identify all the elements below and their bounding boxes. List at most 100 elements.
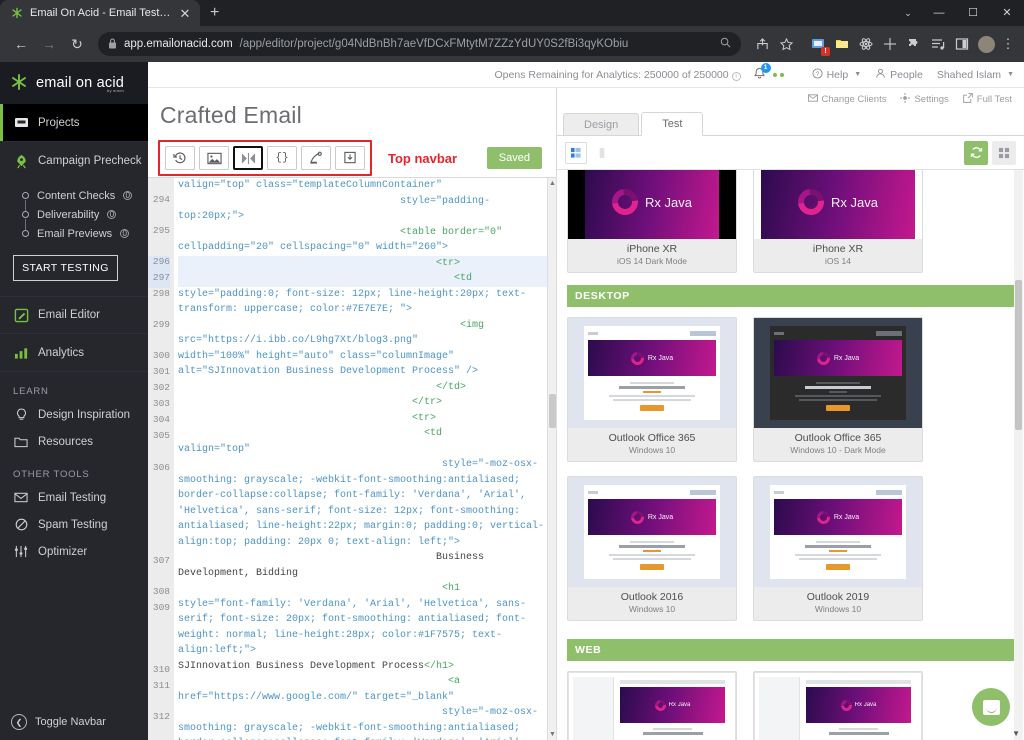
preview-card[interactable]: Rx Java Outlook Office 365 Windows 10: [567, 317, 737, 462]
preview-card[interactable]: Rx Java Outlook 2019 Windows 10: [753, 476, 923, 621]
export-icon[interactable]: [335, 146, 365, 170]
minify-icon[interactable]: [233, 146, 263, 170]
start-testing-button[interactable]: START TESTING: [13, 255, 118, 281]
sidebar-subitem-deliverability[interactable]: Deliverability 0: [22, 205, 148, 231]
preview-card[interactable]: Rx Java iPhone XR iOS 14: [753, 170, 923, 273]
list-view-icon[interactable]: [565, 141, 587, 164]
profile-avatar[interactable]: [976, 34, 996, 54]
code-area[interactable]: 294 295 296 297 298 299 300 301 302 303 304 305 306 3…: [148, 177, 556, 740]
preview-row-desktop-1: Rx Java Outlook Office 365 Windows 10 Rx…: [567, 317, 1014, 462]
settings-button[interactable]: Settings: [900, 92, 949, 106]
scroll-up-arrow[interactable]: ▲: [549, 180, 556, 187]
change-clients-button[interactable]: Change Clients: [807, 94, 886, 105]
person-icon: [875, 68, 886, 82]
line-number: 302: [152, 382, 170, 393]
tab-test[interactable]: Test: [641, 112, 704, 136]
preview-scroll-thumb[interactable]: [1015, 280, 1022, 430]
extension-warning-icon[interactable]: !: [808, 34, 830, 56]
sidebar-subitem-content-checks[interactable]: Content Checks 0: [22, 186, 148, 212]
preview-card[interactable]: Rx Java: [753, 671, 923, 740]
sidebar-item-spam-testing[interactable]: Spam Testing: [0, 511, 148, 538]
star-icon[interactable]: [776, 34, 796, 54]
user-menu[interactable]: Shahed Islam ▼: [937, 69, 1014, 81]
scroll-down-arrow[interactable]: ▼: [549, 731, 556, 738]
playlist-icon[interactable]: [928, 34, 948, 54]
tab-title: Email On Acid - Email Testing: [30, 7, 171, 19]
refresh-icon[interactable]: [964, 140, 988, 165]
brand-sub: by sinch: [106, 88, 125, 93]
sidebar-item-email-testing[interactable]: Email Testing: [0, 484, 148, 511]
brand-header[interactable]: email on acid by sinch: [0, 62, 148, 104]
code-line: Business Development, Bidding: [178, 550, 556, 581]
kebab-menu-icon[interactable]: ⋮: [1000, 36, 1016, 52]
count-badge: 0: [123, 191, 133, 200]
sidebar-subitem-email-previews[interactable]: Email Previews 0: [22, 224, 148, 243]
preview-card[interactable]: Rx Java Outlook Office 365 Windows 10 - …: [753, 317, 923, 462]
browser-tab[interactable]: Email On Acid - Email Testing ✕: [0, 0, 200, 26]
new-tab-button[interactable]: +: [210, 4, 219, 22]
forward-icon[interactable]: →: [36, 31, 62, 57]
code-braces-icon[interactable]: {}: [267, 146, 297, 170]
rxjava-logo-icon: [792, 183, 830, 221]
share-icon[interactable]: [752, 34, 772, 54]
browser-omnibar: ← → ↻ app.emailonacid.com/app/editor/pro…: [0, 26, 1024, 62]
history-icon[interactable]: [165, 146, 195, 170]
sidebar-item-design-inspiration[interactable]: Design Inspiration: [0, 401, 148, 428]
close-icon[interactable]: ✕: [178, 7, 192, 20]
info-icon[interactable]: i: [731, 71, 741, 81]
gear-icon: [900, 92, 911, 106]
svg-text:?: ?: [815, 70, 819, 77]
puzzle-icon[interactable]: [904, 34, 924, 54]
help-menu[interactable]: ? Help ▼: [812, 67, 861, 82]
chat-bubble-icon[interactable]: [972, 688, 1010, 726]
address-bar[interactable]: app.emailonacid.com/app/editor/project/g…: [98, 32, 741, 56]
preview-card[interactable]: Rx Java Outlook 2016 Windows 10: [567, 476, 737, 621]
sidebar-icon[interactable]: [952, 34, 972, 54]
image-icon[interactable]: [199, 146, 229, 170]
tab-strip: Email On Acid - Email Testing ✕ + ⌄ — ☐ …: [0, 0, 1024, 26]
preview-card[interactable]: Rx Java: [567, 671, 737, 740]
react-icon[interactable]: [856, 34, 876, 54]
sidebar-item-projects[interactable]: Projects: [0, 104, 148, 142]
sidebar-item-email-editor[interactable]: Email Editor: [0, 296, 148, 334]
preview-thumbnail: Rx Java: [568, 672, 736, 740]
full-test-label: Full Test: [976, 93, 1012, 105]
folder-icon[interactable]: [832, 34, 852, 54]
lightbulb-icon: [13, 407, 29, 422]
chevron-down-icon: ▼: [1007, 71, 1014, 78]
grid-view-icon[interactable]: [591, 141, 613, 164]
full-test-button[interactable]: Full Test: [962, 92, 1012, 106]
preview-thumbnail: Rx Java: [568, 477, 736, 587]
preview-scrollbar[interactable]: [1014, 170, 1023, 740]
reload-icon[interactable]: ↻: [64, 31, 90, 57]
close-window-button[interactable]: ✕: [990, 0, 1024, 26]
maximize-button[interactable]: ☐: [956, 0, 990, 26]
chevron-down-icon[interactable]: ⌄: [894, 0, 922, 26]
notifications-bell-icon[interactable]: 1: [753, 62, 771, 83]
grid-icon[interactable]: [992, 140, 1016, 165]
code-content[interactable]: valign="top" class="templateColumnContai…: [174, 178, 556, 740]
preview-list[interactable]: Rx Java iPhone XR iOS 14 Dark Mode Rx Ja…: [557, 170, 1024, 740]
code-scroll-thumb[interactable]: [549, 394, 556, 428]
back-icon[interactable]: ←: [8, 31, 34, 57]
search-minus-icon[interactable]: [720, 37, 731, 51]
people-menu[interactable]: People: [875, 68, 923, 82]
saved-button[interactable]: Saved: [486, 147, 542, 169]
merge-tags-icon[interactable]: [301, 146, 331, 170]
minimize-button[interactable]: —: [922, 0, 956, 26]
sidebar-item-analytics[interactable]: Analytics: [0, 334, 148, 372]
browser-extensions: ! ⋮: [749, 34, 1016, 56]
code-token: <td: [424, 428, 443, 439]
move-icon[interactable]: [880, 34, 900, 54]
sidebar-item-resources[interactable]: Resources: [0, 428, 148, 455]
tab-design[interactable]: Design: [563, 113, 640, 135]
sidebar-item-campaign-precheck[interactable]: Campaign Precheck: [0, 142, 148, 180]
sidebar-item-optimizer[interactable]: Optimizer: [0, 538, 148, 565]
toggle-navbar-button[interactable]: ❮ Toggle Navbar: [0, 714, 148, 730]
email-brand-label: Rx Java: [854, 702, 877, 708]
preview-card[interactable]: Rx Java iPhone XR iOS 14 Dark Mode: [567, 170, 737, 273]
code-editor-pane: Crafted Email {} Top navbar Saved 294 29…: [148, 88, 556, 740]
code-scrollbar[interactable]: ▲ ▼: [547, 178, 556, 740]
